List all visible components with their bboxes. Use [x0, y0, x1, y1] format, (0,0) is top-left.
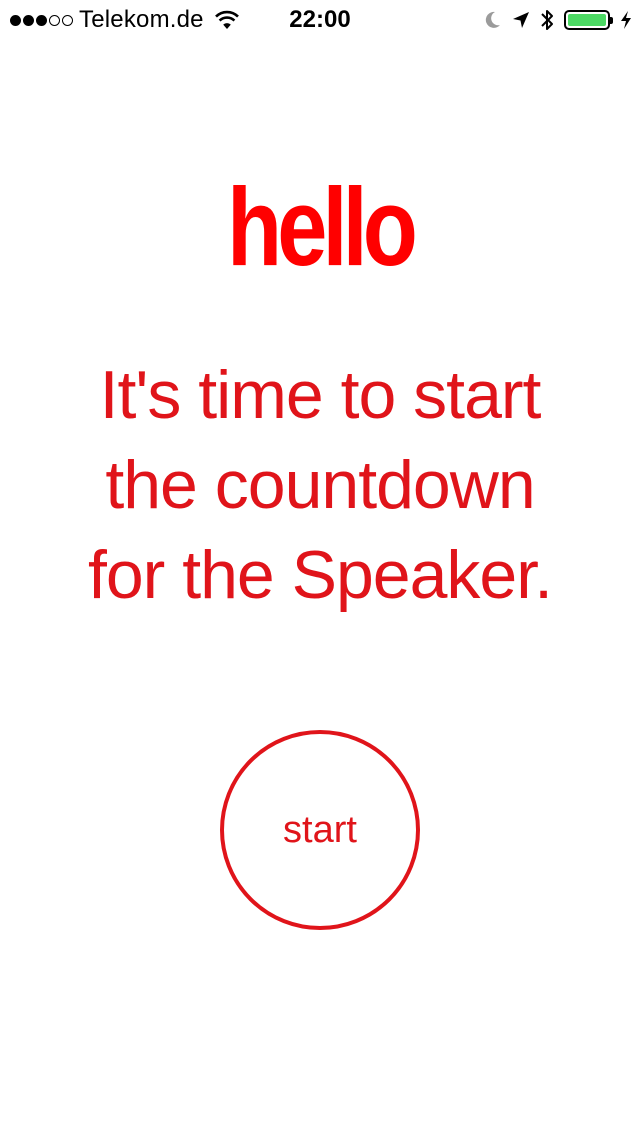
message-line: It's time to start: [99, 357, 542, 433]
charging-bolt-icon: [621, 11, 631, 29]
message-line: the countdown: [105, 447, 535, 523]
message-line: for the Speaker.: [87, 537, 553, 613]
greeting-title: hello: [227, 166, 418, 289]
location-arrow-icon: [513, 12, 529, 28]
start-button-label: start: [283, 809, 357, 851]
battery-icon: [564, 10, 613, 30]
status-right: [484, 0, 632, 40]
battery-level: [568, 14, 606, 26]
start-button[interactable]: start: [220, 730, 420, 930]
battery-tip: [610, 17, 613, 24]
status-bar: Telekom.de 22:00: [0, 0, 640, 40]
countdown-message: It's time to start the countdown for the…: [0, 350, 640, 620]
bluetooth-icon: [541, 10, 553, 30]
moon-icon: [485, 11, 500, 28]
